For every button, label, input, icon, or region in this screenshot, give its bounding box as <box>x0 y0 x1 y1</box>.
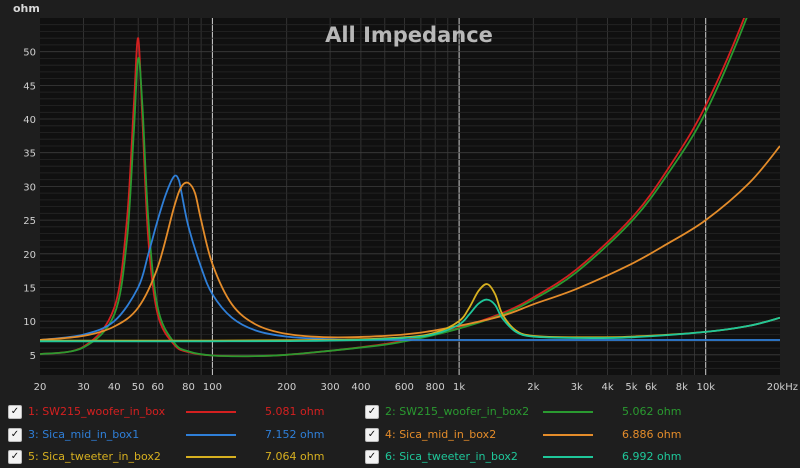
legend-checkbox-5[interactable]: ✓ <box>8 450 22 464</box>
legend-value-3: 7.152 ohm <box>265 428 325 441</box>
legend-swatch-4 <box>543 434 593 436</box>
x-tick-label: 20kHz <box>767 382 798 393</box>
legend-swatch-1 <box>186 411 236 413</box>
x-tick-label: 20 <box>34 382 47 393</box>
x-tick-label: 60 <box>151 382 164 393</box>
legend: ✓ 1: SW215_woofer_in_box 5.081 ohm ✓ 2: … <box>0 400 800 468</box>
legend-item-5: ✓ 5: Sica_tweeter_in_box2 7.064 ohm <box>8 447 368 467</box>
y-tick-label: 25 <box>23 216 36 227</box>
y-tick-label: 15 <box>23 283 36 294</box>
x-tick-label: 80 <box>182 382 195 393</box>
x-tick-label: 100 <box>203 382 222 393</box>
y-tick-label: 10 <box>23 317 36 328</box>
legend-item-1: ✓ 1: SW215_woofer_in_box 5.081 ohm <box>8 402 368 422</box>
x-tick-label: 30 <box>77 382 90 393</box>
legend-name-3: 3: Sica_mid_in_box1 <box>28 428 140 441</box>
y-tick-label: 5 <box>30 351 36 362</box>
legend-name-4: 4: Sica_mid_in_box2 <box>385 428 497 441</box>
legend-checkbox-3[interactable]: ✓ <box>8 428 22 442</box>
y-axis-unit-label: ohm <box>13 2 40 15</box>
x-tick-label: 300 <box>321 382 340 393</box>
x-tick-label: 10k <box>696 382 715 393</box>
legend-value-5: 7.064 ohm <box>265 450 325 463</box>
x-tick-label: 600 <box>395 382 414 393</box>
legend-name-2: 2: SW215_woofer_in_box2 <box>385 405 530 418</box>
x-tick-label: 4k <box>602 382 614 393</box>
x-tick-label: 40 <box>108 382 121 393</box>
legend-swatch-5 <box>186 456 236 458</box>
legend-checkbox-2[interactable]: ✓ <box>365 405 379 419</box>
impedance-chart: 20 30 40 50 60 80 100 200 300 400 600 800 1k 2k 3k 4k 5k… <box>13 2 798 393</box>
x-tick-label: 400 <box>351 382 370 393</box>
legend-value-2: 5.062 ohm <box>622 405 682 418</box>
legend-checkbox-4[interactable]: ✓ <box>365 428 379 442</box>
legend-value-1: 5.081 ohm <box>265 405 325 418</box>
legend-item-6: ✓ 6: Sica_tweeter_in_box2 6.992 ohm <box>365 447 725 467</box>
x-tick-label: 800 <box>426 382 445 393</box>
x-tick-label: 5k <box>625 382 637 393</box>
chart-title: All Impedance <box>325 23 493 47</box>
y-tick-label: 45 <box>23 81 36 92</box>
y-tick-label: 35 <box>23 149 36 160</box>
x-tick-label: 3k <box>571 382 583 393</box>
legend-item-4: ✓ 4: Sica_mid_in_box2 6.886 ohm <box>365 425 725 445</box>
legend-value-6: 6.992 ohm <box>622 450 682 463</box>
x-tick-label: 2k <box>527 382 539 393</box>
x-tick-label: 50 <box>132 382 145 393</box>
y-tick-label: 50 <box>23 48 36 59</box>
legend-swatch-2 <box>543 411 593 413</box>
legend-swatch-6 <box>543 456 593 458</box>
legend-item-3: ✓ 3: Sica_mid_in_box1 7.152 ohm <box>8 425 368 445</box>
legend-item-2: ✓ 2: SW215_woofer_in_box2 5.062 ohm <box>365 402 725 422</box>
x-tick-label: 8k <box>676 382 688 393</box>
legend-name-1: 1: SW215_woofer_in_box <box>28 405 166 418</box>
legend-checkbox-1[interactable]: ✓ <box>8 405 22 419</box>
y-tick-label: 30 <box>23 182 36 193</box>
legend-name-5: 5: Sica_tweeter_in_box2 <box>28 450 161 463</box>
x-tick-label: 200 <box>277 382 296 393</box>
x-tick-label: 6k <box>645 382 657 393</box>
y-tick-label: 20 <box>23 250 36 261</box>
legend-swatch-3 <box>186 434 236 436</box>
legend-checkbox-6[interactable]: ✓ <box>365 450 379 464</box>
y-tick-label: 40 <box>23 115 36 126</box>
legend-value-4: 6.886 ohm <box>622 428 682 441</box>
x-tick-label: 1k <box>453 382 465 393</box>
legend-name-6: 6: Sica_tweeter_in_box2 <box>385 450 518 463</box>
